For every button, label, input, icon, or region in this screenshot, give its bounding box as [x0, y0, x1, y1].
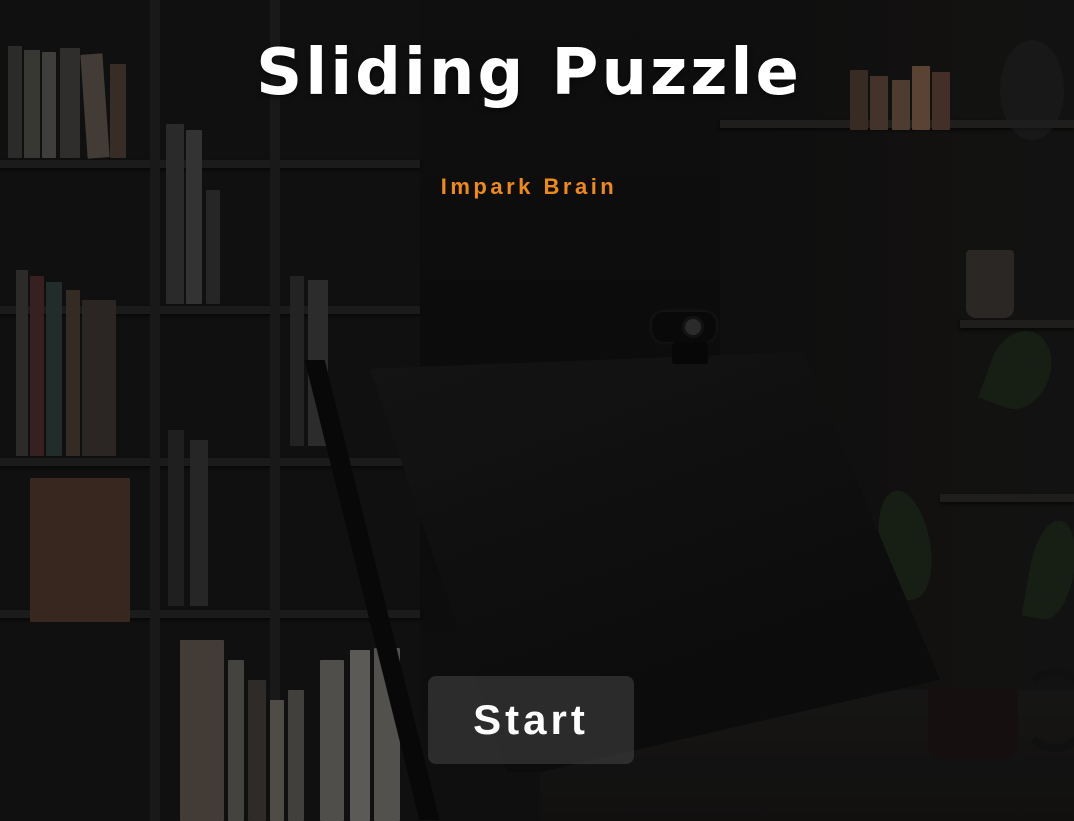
- game-subtitle: Impark Brain: [440, 174, 618, 199]
- game-title: Sliding Puzzle: [256, 36, 802, 110]
- start-button[interactable]: Start: [428, 676, 634, 764]
